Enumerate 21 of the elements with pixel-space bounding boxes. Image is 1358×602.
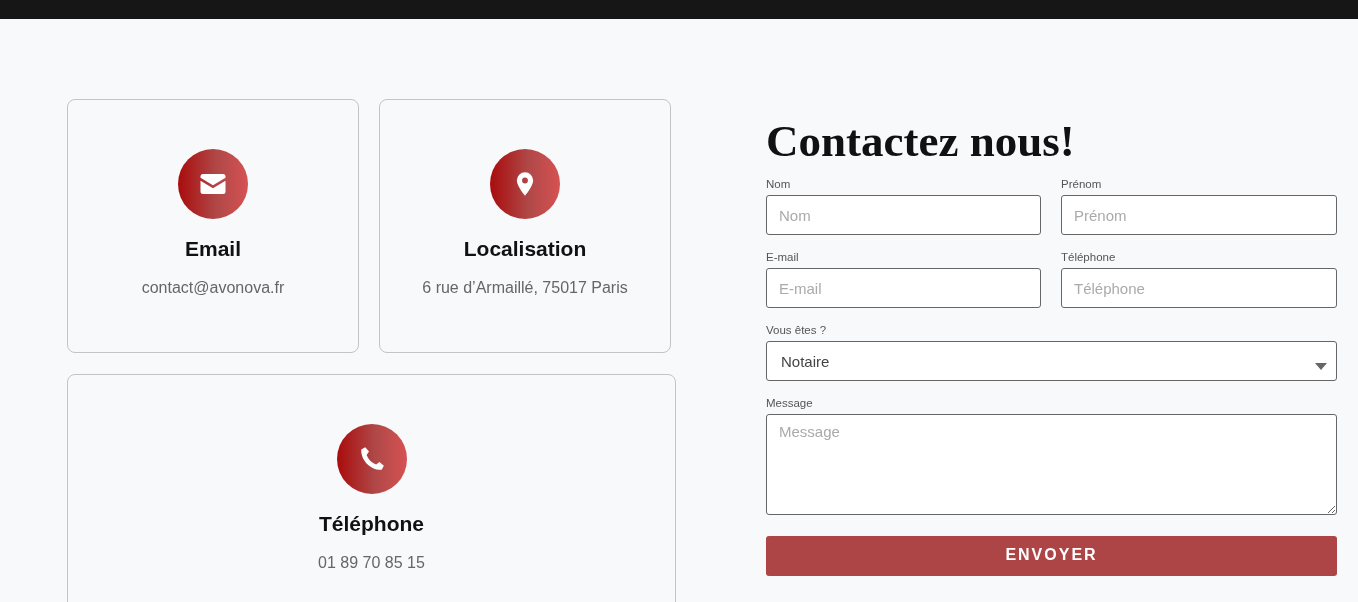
card-text: 6 rue d’Armaillé, 75017 Paris — [422, 279, 628, 297]
card-title: Localisation — [463, 237, 587, 261]
card-title: Téléphone — [319, 512, 424, 536]
card-text: contact@avonova.fr — [141, 279, 285, 297]
field-label: Téléphone — [1061, 251, 1116, 263]
field-label: Vous êtes ? — [766, 324, 827, 336]
input-field[interactable]: Prénom — [1061, 195, 1337, 235]
input-field[interactable]: E-mail — [766, 268, 1041, 308]
send-button[interactable]: ENVOYER — [766, 536, 1337, 576]
message-field[interactable]: Message — [766, 414, 1337, 515]
dropdown[interactable]: Notaire — [766, 341, 1337, 381]
field-label: Nom — [766, 178, 791, 190]
card-title: Email — [185, 237, 241, 261]
field-label: E-mail — [766, 251, 799, 263]
card-text: 01 89 70 85 15 — [318, 554, 425, 572]
form-title: Contactez nous! — [766, 119, 1076, 164]
field-label: Message — [766, 397, 813, 409]
field-label: Prénom — [1061, 178, 1102, 190]
input-field[interactable]: Nom — [766, 195, 1041, 235]
caret-icon — [1315, 362, 1327, 370]
input-field[interactable]: Téléphone — [1061, 268, 1337, 308]
